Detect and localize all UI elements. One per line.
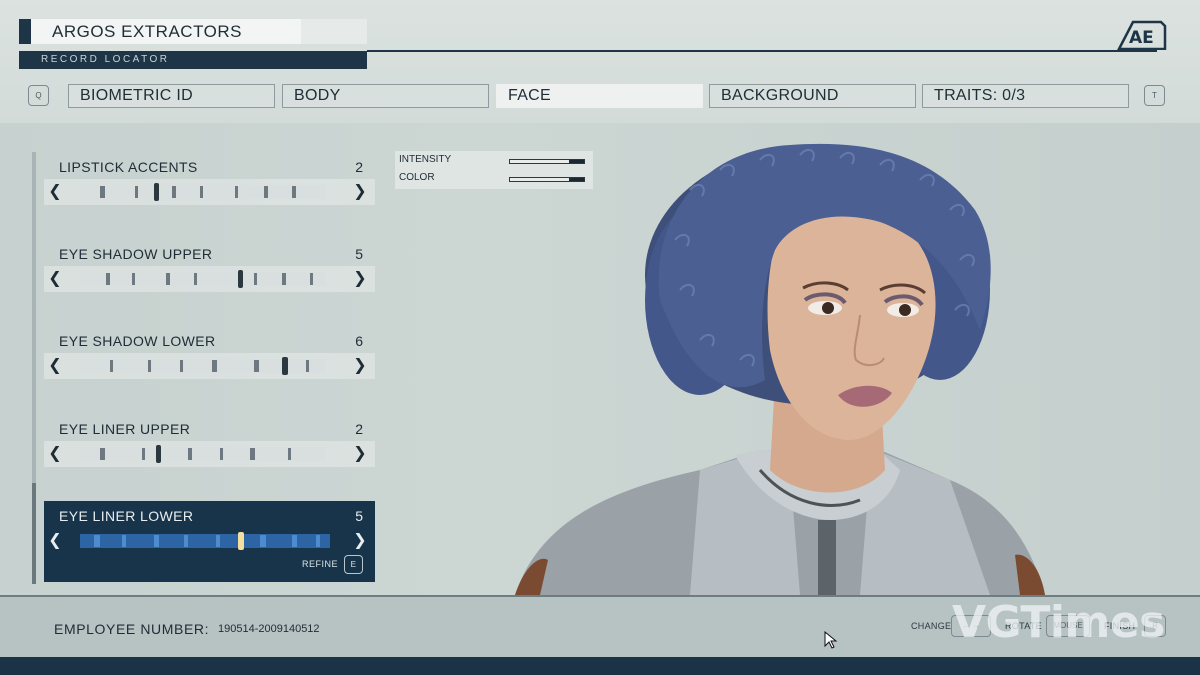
tab-background[interactable]: BACKGROUND bbox=[709, 84, 916, 108]
slider-label: EYE LINER LOWER bbox=[59, 508, 194, 524]
slider-label: EYE SHADOW UPPER bbox=[59, 246, 213, 262]
intensity-label: INTENSITY bbox=[399, 154, 452, 165]
intensity-row[interactable]: INTENSITY bbox=[399, 153, 589, 169]
slider-control[interactable]: ❮ ❯ bbox=[44, 179, 375, 205]
slider-eye-liner-lower[interactable]: EYE LINER LOWER 5 ❮ ❯ REFINE E bbox=[44, 501, 375, 582]
chevron-left-icon[interactable]: ❮ bbox=[44, 266, 66, 292]
refine-key[interactable]: E bbox=[344, 555, 363, 574]
prev-tab-key-hint[interactable]: Q bbox=[28, 85, 49, 106]
slider-label: EYE SHADOW LOWER bbox=[59, 333, 216, 349]
tab-bar: Q BIOMETRIC ID BODY FACE BACKGROUND TRAI… bbox=[0, 84, 1200, 108]
slider-control[interactable]: ❮ ❯ bbox=[44, 353, 375, 379]
slider-value: 5 bbox=[355, 508, 363, 524]
footer-strip bbox=[0, 657, 1200, 675]
chevron-right-icon[interactable]: ❯ bbox=[349, 528, 371, 554]
color-label: COLOR bbox=[399, 172, 435, 183]
record-locator-bar: RECORD LOCATOR bbox=[19, 51, 367, 69]
swatch-strip[interactable] bbox=[70, 270, 344, 288]
chevron-right-icon[interactable]: ❯ bbox=[349, 266, 371, 292]
color-fill bbox=[569, 178, 584, 181]
chevron-right-icon[interactable]: ❯ bbox=[349, 179, 371, 205]
swatch-strip[interactable] bbox=[70, 183, 344, 201]
next-tab-key-hint[interactable]: T bbox=[1144, 85, 1165, 106]
slider-value: 2 bbox=[355, 421, 363, 437]
color-slider[interactable] bbox=[509, 177, 585, 182]
refine-hint[interactable]: REFINE E bbox=[302, 555, 363, 574]
logo-text: AE bbox=[1129, 28, 1154, 48]
slider-value: 6 bbox=[355, 333, 363, 349]
slider-control[interactable]: ❮ ❯ bbox=[44, 528, 375, 554]
chevron-left-icon[interactable]: ❮ bbox=[44, 179, 66, 205]
employee-number-label: EMPLOYEE NUMBER: bbox=[54, 621, 210, 637]
tab-body[interactable]: BODY bbox=[282, 84, 489, 108]
intensity-slider[interactable] bbox=[509, 159, 585, 164]
header-divider bbox=[367, 50, 1157, 52]
ae-logo-icon: AE bbox=[1117, 20, 1167, 50]
list-scroll-thumb[interactable] bbox=[32, 483, 36, 584]
refine-label: REFINE bbox=[301, 558, 338, 569]
slider-control[interactable]: ❮ ❯ bbox=[44, 266, 375, 292]
slider-control[interactable]: ❮ ❯ bbox=[44, 441, 375, 467]
header-panel: ARGOS EXTRACTORS RECORD LOCATOR AE Q BIO… bbox=[0, 0, 1200, 123]
company-name: ARGOS EXTRACTORS bbox=[52, 22, 242, 41]
swatch-strip[interactable] bbox=[70, 357, 344, 375]
makeup-adjust-panel: INTENSITY COLOR bbox=[395, 151, 593, 189]
slider-label: LIPSTICK ACCENTS bbox=[59, 159, 198, 175]
slider-eye-shadow-upper[interactable]: EYE SHADOW UPPER 5 ❮ ❯ bbox=[44, 239, 375, 319]
swatch-strip[interactable] bbox=[70, 445, 344, 463]
company-bar: ARGOS EXTRACTORS bbox=[19, 19, 367, 44]
tab-face[interactable]: FACE bbox=[496, 84, 703, 108]
chevron-left-icon[interactable]: ❮ bbox=[44, 528, 66, 554]
color-row[interactable]: COLOR bbox=[399, 171, 589, 187]
slider-value: 5 bbox=[355, 246, 363, 262]
chevron-left-icon[interactable]: ❮ bbox=[44, 353, 66, 379]
slider-lipstick-accents[interactable]: LIPSTICK ACCENTS 2 ❮ ❯ bbox=[44, 152, 375, 232]
slider-eye-liner-upper[interactable]: EYE LINER UPPER 2 ❮ ❯ bbox=[44, 414, 375, 494]
chevron-right-icon[interactable]: ❯ bbox=[349, 353, 371, 379]
chevron-right-icon[interactable]: ❯ bbox=[349, 441, 371, 467]
swatch-strip[interactable] bbox=[70, 532, 344, 550]
mouse-cursor-icon bbox=[824, 631, 838, 649]
slider-eye-shadow-lower[interactable]: EYE SHADOW LOWER 6 ❮ ❯ bbox=[44, 326, 375, 406]
intensity-fill bbox=[569, 160, 584, 163]
record-locator-label: RECORD LOCATOR bbox=[41, 54, 170, 65]
watermark-text: VGTimes bbox=[952, 597, 1165, 648]
employee-number-value: 190514-2009140512 bbox=[218, 623, 320, 635]
chevron-left-icon[interactable]: ❮ bbox=[44, 441, 66, 467]
tab-traits[interactable]: TRAITS: 0/3 bbox=[922, 84, 1129, 108]
slider-value: 2 bbox=[355, 159, 363, 175]
tab-biometric-id[interactable]: BIOMETRIC ID bbox=[68, 84, 275, 108]
slider-label: EYE LINER UPPER bbox=[59, 421, 191, 437]
change-label: CHANGE bbox=[911, 621, 952, 631]
